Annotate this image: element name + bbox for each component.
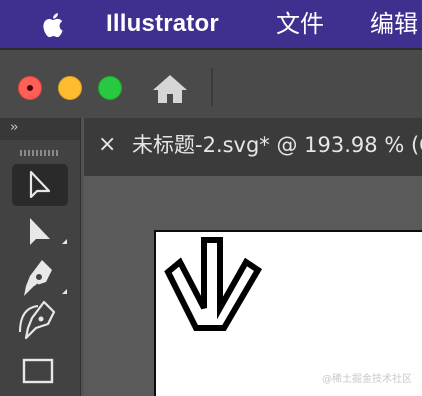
direct-selection-arrow-icon	[30, 218, 67, 245]
tools-panel-header: ››	[0, 118, 80, 140]
rectangle-icon	[22, 358, 54, 384]
arrow-shape-artwork[interactable]	[156, 232, 422, 396]
panel-grip-handle[interactable]	[20, 150, 58, 156]
selection-arrow-outline-icon	[29, 170, 51, 199]
watermark-text: @稀土掘金技术社区	[322, 374, 412, 385]
menu-file[interactable]: 文件	[276, 9, 324, 39]
toolbar-divider	[211, 68, 213, 106]
direct-selection-tool-button[interactable]	[12, 212, 68, 254]
tools-panel: ››	[0, 118, 81, 396]
curvature-pen-icon	[19, 300, 56, 340]
rectangle-tool-button[interactable]	[12, 342, 68, 384]
window-titlebar	[0, 48, 422, 118]
home-icon[interactable]	[150, 72, 190, 106]
menu-edit[interactable]: 编辑	[370, 9, 418, 39]
selection-tool-button[interactable]	[12, 164, 68, 206]
document-tab-title: 未标题-2.svg* @ 193.98 % (C	[132, 133, 422, 157]
artboard[interactable]: @稀土掘金技术社区	[154, 230, 422, 396]
app-name-menu[interactable]: Illustrator	[106, 9, 219, 39]
window-minimize-button[interactable]	[58, 76, 82, 100]
pen-icon	[24, 260, 67, 296]
window-close-button[interactable]	[18, 76, 42, 100]
window-maximize-button[interactable]	[98, 76, 122, 100]
collapse-panel-icon[interactable]: ››	[10, 119, 19, 137]
document-tab[interactable]: × 未标题-2.svg* @ 193.98 % (C	[84, 118, 422, 176]
close-document-icon[interactable]: ×	[98, 132, 116, 158]
apple-logo-icon[interactable]	[38, 9, 70, 41]
pen-tool-button[interactable]	[12, 256, 68, 298]
curvature-tool-button[interactable]	[12, 298, 68, 340]
menu-bar: Illustrator 文件 编辑	[0, 0, 422, 48]
